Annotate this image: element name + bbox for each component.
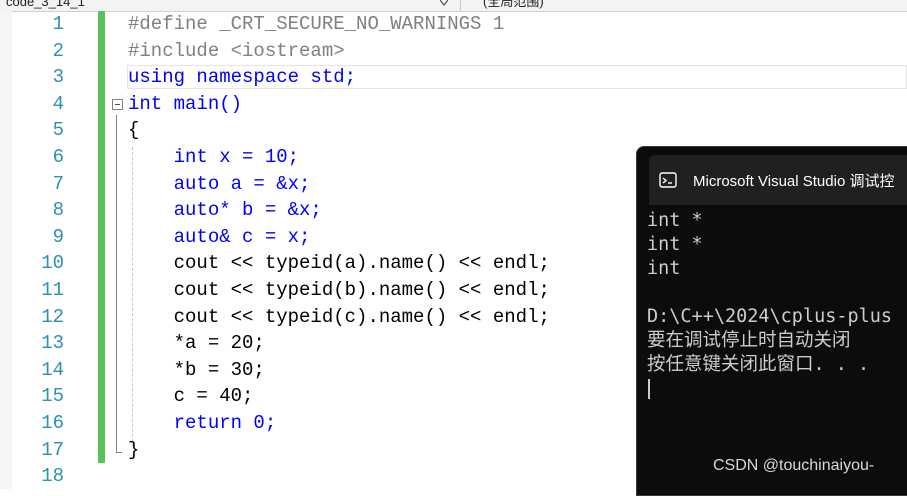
console-titlebar[interactable]: Microsoft Visual Studio 调试控 [649, 155, 907, 205]
code-line[interactable]: 5 { [0, 117, 907, 144]
line-number: 8 [52, 199, 64, 222]
line-number: 14 [41, 358, 64, 381]
code-text: { [128, 119, 140, 142]
line-number: 9 [52, 225, 64, 248]
line-number: 17 [41, 438, 64, 461]
code-line[interactable]: 1 #define _CRT_SECURE_NO_WARNINGS 1 [0, 11, 907, 38]
line-number: 15 [41, 385, 64, 408]
chevron-down-icon[interactable] [440, 0, 448, 6]
line-number: 12 [41, 305, 64, 328]
change-indicator [98, 277, 105, 304]
code-text: auto& c = x; [128, 225, 311, 248]
file-dropdown[interactable]: code_3_14_1 [0, 0, 450, 11]
change-indicator [98, 250, 105, 277]
scope-dropdown-label: (全局范围) [483, 0, 544, 9]
code-line[interactable]: 4 int main() [0, 90, 907, 118]
console-output-line: int [647, 258, 681, 279]
change-indicator [98, 383, 105, 410]
code-text: *b = 30; [128, 358, 265, 381]
line-number: 5 [52, 119, 64, 142]
file-dropdown-label: code_3_14_1 [6, 0, 85, 9]
console-output-line: 按任意键关闭此窗口. . . [647, 354, 870, 375]
code-text: #include <iostream> [128, 39, 345, 62]
code-text: return 0; [128, 412, 277, 434]
line-number: 2 [52, 39, 64, 62]
console-output-line: int * [647, 210, 703, 231]
code-text: c = 40; [128, 385, 254, 408]
change-indicator [98, 37, 105, 65]
line-number: 11 [41, 279, 64, 301]
code-text: auto a = &x; [128, 172, 311, 195]
change-indicator [98, 330, 105, 357]
line-number: 4 [52, 92, 64, 115]
console-output-line: D:\C++\2024\cplus-plus [647, 306, 893, 327]
change-indicator [98, 64, 105, 91]
change-indicator [98, 11, 105, 38]
change-indicator [98, 356, 105, 384]
line-number: 1 [52, 13, 64, 35]
line-number: 18 [41, 465, 64, 488]
code-text: } [128, 438, 140, 461]
code-text: cout << typeid(b).name() << endl; [128, 279, 550, 301]
line-number: 3 [52, 66, 64, 89]
code-line[interactable]: 2 #include <iostream> [0, 37, 907, 65]
change-indicator [98, 410, 105, 437]
code-text: int x = 10; [128, 146, 300, 168]
change-indicator [98, 117, 105, 144]
code-text: cout << typeid(a).name() << endl; [128, 252, 550, 275]
change-indicator [98, 197, 105, 224]
line-number: 16 [41, 412, 64, 434]
debug-console-window[interactable]: Microsoft Visual Studio 调试控 int * int * … [636, 146, 907, 496]
console-title: Microsoft Visual Studio 调试控 [693, 173, 895, 190]
console-output-line: int * [647, 234, 703, 255]
change-indicator [98, 436, 105, 464]
terminal-icon [659, 172, 677, 188]
line-number: 6 [52, 146, 64, 168]
code-text: int main() [128, 92, 243, 115]
change-indicator [98, 223, 105, 251]
line-number: 10 [41, 252, 64, 275]
line-number: 13 [41, 332, 64, 355]
watermark: CSDN @touchinaiyou- [713, 457, 875, 474]
change-indicator [98, 144, 105, 171]
code-text: cout << typeid(c).name() << endl; [128, 305, 550, 328]
change-indicator [98, 170, 105, 198]
console-output-line: 要在调试停止时自动关闭 [647, 330, 851, 351]
code-line[interactable]: 3 using namespace std; [0, 64, 907, 91]
change-indicator [98, 303, 105, 331]
collapse-icon[interactable] [112, 98, 123, 110]
code-text: using namespace std; [128, 66, 357, 89]
code-text: #define _CRT_SECURE_NO_WARNINGS 1 [128, 13, 505, 35]
scope-dropdown[interactable]: (全局范围) [460, 0, 907, 11]
change-indicator [98, 90, 105, 118]
text-cursor [648, 379, 650, 399]
code-text: auto* b = &x; [128, 199, 322, 222]
code-text: *a = 20; [128, 332, 265, 355]
line-number: 7 [52, 172, 64, 195]
